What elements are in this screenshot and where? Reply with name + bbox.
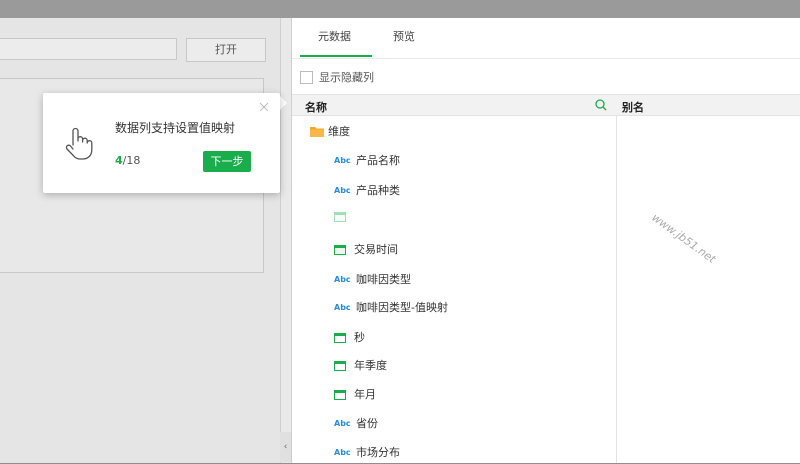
tab-bar: 元数据 预览 (292, 18, 800, 59)
tree-item[interactable]: 年月 (334, 382, 376, 406)
abc-icon: Abc (334, 418, 351, 428)
popover-message: 数据列支持设置值映射 (115, 121, 236, 135)
step-counter: 4/18 (115, 154, 140, 167)
top-bar (0, 0, 800, 18)
tree-item-label: 维度 (328, 125, 350, 138)
tree-item-label: 咖啡因类型-值映射 (356, 301, 448, 314)
tab-preview[interactable]: 预览 (393, 28, 415, 44)
active-tab-indicator (300, 55, 372, 57)
tree-item[interactable]: Abc 市场分布 (334, 440, 400, 464)
open-button[interactable]: 打开 (186, 38, 266, 62)
file-path-input[interactable] (0, 38, 177, 60)
table-header: 名称 别名 (292, 94, 800, 116)
guide-popover: 数据列支持设置值映射 4/18 下一步 (43, 93, 280, 193)
abc-icon: Abc (334, 447, 351, 457)
column-divider (616, 116, 617, 463)
tree-item-label: 咖啡因类型 (356, 273, 411, 286)
show-hidden-columns-toggle[interactable]: 显示隐藏列 (300, 69, 374, 85)
tree-item-label: 产品名称 (356, 154, 400, 167)
abc-icon: Abc (334, 185, 351, 195)
tree-item[interactable]: 秒 (334, 325, 365, 349)
hand-pointer-icon (65, 127, 93, 160)
tree-item[interactable]: 年季度 (334, 353, 387, 377)
folder-icon (310, 126, 324, 137)
calendar-icon (334, 389, 346, 400)
next-step-button[interactable]: 下一步 (203, 151, 251, 172)
panel-splitter[interactable] (280, 18, 292, 463)
calendar-icon (334, 360, 346, 371)
calendar-icon (334, 332, 346, 343)
calendar-icon (334, 244, 346, 255)
column-alias-header: 别名 (622, 101, 644, 114)
tree-item-label: 年季度 (354, 359, 387, 372)
search-icon[interactable] (594, 98, 608, 112)
show-hidden-label: 显示隐藏列 (319, 71, 374, 84)
column-name-header: 名称 (305, 101, 327, 114)
tree-folder-dimension[interactable]: 维度 (310, 119, 350, 143)
tree-item-label: 交易时间 (354, 243, 398, 256)
abc-icon: Abc (334, 155, 351, 165)
metadata-panel: 元数据 预览 显示隐藏列 名称 别名 维度 Abc 产品名称 Abc 产品种类 (292, 18, 800, 463)
tree-item[interactable]: Abc 产品名称 (334, 148, 400, 172)
tree-item[interactable]: Abc 产品种类 (334, 178, 400, 202)
tree-item-label: 年月 (354, 388, 376, 401)
step-current: 4 (115, 154, 123, 167)
tab-metadata[interactable]: 元数据 (318, 28, 351, 44)
step-total: /18 (122, 154, 141, 167)
tree-item[interactable]: Abc 省份 (334, 411, 378, 435)
abc-icon: Abc (334, 274, 351, 284)
abc-icon: Abc (334, 302, 351, 312)
watermark: www.jb51.net (649, 211, 718, 266)
show-hidden-checkbox[interactable] (300, 70, 313, 84)
popover-arrow (280, 96, 287, 110)
close-icon[interactable] (258, 101, 270, 113)
tree-item-label: 市场分布 (356, 446, 400, 459)
collapse-handle[interactable]: ‹ (280, 432, 292, 462)
obscured-region (334, 205, 534, 235)
tree-item-label: 产品种类 (356, 184, 400, 197)
left-panel: 打开 (0, 18, 280, 463)
tree-item[interactable]: 交易时间 (334, 237, 398, 261)
tree-item-label: 省份 (356, 417, 378, 430)
tree-item[interactable]: Abc 咖啡因类型 (334, 267, 411, 291)
tree-item[interactable]: Abc 咖啡因类型-值映射 (334, 295, 448, 319)
tree-item-label: 秒 (354, 331, 365, 344)
